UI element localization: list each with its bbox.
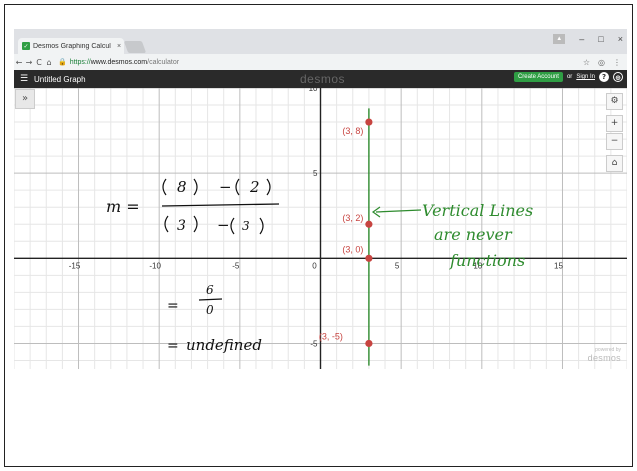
address-bar-actions: ☆ ◎ ⋮ [583, 58, 621, 67]
desmos-favicon-icon: ✓ [22, 42, 30, 50]
lock-icon: 🔒 [58, 59, 67, 66]
browser-window: ✓ Desmos Graphing Calcul × ▲ – □ × ← → C… [14, 29, 627, 369]
address-bar: ← → C ⌂ 🔒 https://www.desmos.com/calcula… [14, 54, 627, 70]
result-equals: = [167, 298, 179, 314]
point-label: (3, -5) [319, 331, 343, 341]
close-window-icon[interactable]: × [618, 34, 623, 44]
help-icon[interactable]: ? [599, 72, 609, 82]
point-label: (3, 2) [342, 213, 363, 223]
maximize-icon[interactable]: □ [598, 34, 603, 44]
new-tab-button[interactable] [123, 41, 147, 53]
desmos-logo: desmos [300, 72, 346, 86]
y-tick-label: 5 [313, 169, 318, 178]
globe-icon[interactable]: ⊕ [613, 72, 623, 82]
undefined-equals: = [167, 338, 179, 354]
x-tick-label: 0 [312, 261, 317, 270]
sign-in-link[interactable]: Sign In [576, 74, 595, 80]
back-icon[interactable]: ← [14, 58, 24, 67]
home-view-icon[interactable]: ⌂ [606, 155, 623, 172]
point-marker [365, 118, 373, 126]
browser-menu-icon[interactable]: ⋮ [613, 58, 621, 67]
settings-wrench-icon[interactable]: ⚙ [606, 93, 623, 110]
y-tick-label: -5 [310, 339, 318, 348]
numerator-a: 8 [177, 178, 187, 196]
point-label: (3, 8) [342, 126, 363, 136]
point-label: (3, 0) [342, 244, 363, 254]
url-scheme: https:// [69, 58, 91, 66]
undefined-text: undefined [186, 336, 262, 354]
graph-title[interactable]: Untitled Graph [34, 75, 86, 84]
denominator-minus: − [217, 216, 230, 234]
forward-icon[interactable]: → [24, 58, 34, 67]
y-tick-label: 10 [309, 88, 318, 93]
reload-icon[interactable]: C [34, 58, 44, 67]
graph-area[interactable]: -15 -10 -5 0 5 10 15 -5 5 10 (3, 8) (3, 2) (3, 0) (3,… [14, 88, 627, 369]
denominator-b: 3 [242, 219, 250, 233]
point-marker [365, 254, 373, 262]
desmos-header: ☰ Untitled Graph desmos Create Account o… [14, 70, 627, 88]
expand-expressions-icon[interactable]: » [15, 89, 35, 109]
numerator-b: 2 [249, 178, 260, 196]
window-controls: ▲ – □ × [553, 34, 623, 44]
x-tick-label: 15 [554, 261, 563, 270]
result-fraction-bar [198, 298, 223, 301]
point-marker [365, 339, 373, 348]
note-line-3: functions [449, 251, 525, 270]
note-line-2: are never [434, 225, 513, 244]
hamburger-menu-icon[interactable]: ☰ [16, 74, 32, 84]
powered-by-brand: desmos [587, 353, 621, 363]
x-tick-label: -5 [232, 261, 240, 270]
tab-bar: ✓ Desmos Graphing Calcul × ▲ – □ × [14, 29, 627, 54]
denominator-a: 3 [177, 218, 186, 234]
numerator-minus: − [219, 178, 232, 196]
graph-canvas[interactable]: -15 -10 -5 0 5 10 15-5510(3, 8)(3, 2)(3, 0)(3,… [14, 88, 627, 369]
minimize-icon[interactable]: – [579, 34, 584, 44]
fraction-bar [161, 203, 280, 207]
or-text: or [566, 74, 573, 80]
slope-formula-lhs: m = [106, 197, 140, 216]
tab-title: Desmos Graphing Calcul [33, 42, 111, 50]
create-account-button[interactable]: Create Account [513, 72, 563, 82]
tab-close-icon[interactable]: × [114, 43, 124, 50]
extension-icon[interactable]: ◎ [598, 58, 605, 67]
note-line-1: Vertical Lines [422, 201, 533, 220]
zoom-in-icon[interactable]: + [606, 115, 623, 132]
zoom-out-icon[interactable]: − [606, 133, 623, 150]
url-path: /calculator [147, 58, 180, 66]
result-numerator: 6 [206, 283, 214, 297]
x-tick-label: -10 [149, 261, 161, 270]
bookmark-star-icon[interactable]: ☆ [583, 58, 590, 67]
url-field[interactable]: 🔒 https://www.desmos.com/calculator [58, 58, 583, 67]
note-arrow-shaft [375, 209, 422, 213]
home-icon[interactable]: ⌂ [44, 58, 54, 67]
x-tick-label: -15 [69, 261, 81, 270]
x-tick-label: 5 [395, 261, 400, 270]
point-marker [365, 220, 373, 228]
url-host: www.desmos.com [90, 58, 148, 66]
powered-by-desmos: powered by desmos [588, 347, 621, 363]
header-actions: Create Account or Sign In ? ⊕ [513, 72, 623, 82]
result-denominator: 0 [206, 303, 214, 317]
user-profile-icon[interactable]: ▲ [553, 34, 566, 44]
tab-desmos[interactable]: ✓ Desmos Graphing Calcul × [18, 38, 124, 54]
graph-tools: ⚙ + − ⌂ [606, 93, 623, 172]
